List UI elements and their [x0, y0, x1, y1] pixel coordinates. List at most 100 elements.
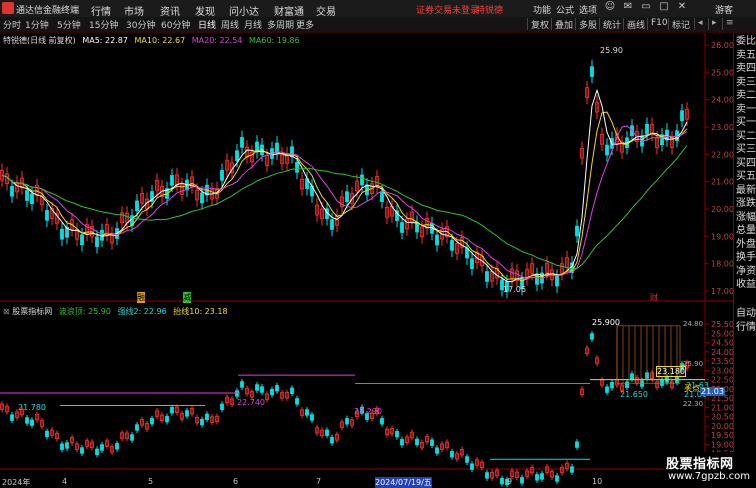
candle-body	[220, 170, 224, 181]
close-icon[interactable]: ✕	[675, 1, 689, 15]
sub-candle-body	[520, 477, 524, 484]
menu-jiaoyi[interactable]: 交易	[316, 3, 336, 18]
sub-candle-body	[260, 386, 264, 393]
margin-marker[interactable]: 融	[137, 292, 145, 303]
sub-candle-body	[255, 384, 259, 391]
guest-label[interactable]: 游客	[715, 3, 733, 16]
sub-y-tick-label: 24.00	[711, 348, 733, 357]
toolbar-left-arrow-icon[interactable]: ◂	[694, 18, 703, 30]
sub-candle-body	[330, 436, 334, 444]
candle-body	[605, 144, 609, 156]
btn-diejia[interactable]: 叠加	[551, 18, 573, 31]
candle-body	[360, 174, 364, 186]
sub-candle-body	[610, 381, 614, 389]
sub-candle-body	[130, 434, 134, 441]
sub-candle-body	[485, 472, 489, 479]
ma60-line	[1, 145, 688, 270]
mail-icon[interactable]: ✉	[621, 1, 635, 15]
sub-candle-body	[435, 447, 439, 454]
candle-body	[240, 137, 244, 148]
candle-body	[450, 239, 454, 251]
period-fenshi[interactable]: 分时	[3, 18, 21, 31]
x-label-cursor: 2024/07/19/五	[375, 477, 432, 488]
period-multi[interactable]: 多周期	[267, 18, 294, 31]
candle-body	[345, 191, 349, 202]
sub-candle-body	[605, 386, 609, 393]
menu-shichang[interactable]: 市场	[124, 3, 144, 18]
candle-body	[645, 123, 649, 135]
quote-field: 涨幅	[736, 211, 756, 223]
lift-value: 23.180	[656, 366, 686, 377]
sub-candle-body	[430, 439, 434, 446]
btn-fuquan[interactable]: 复权	[527, 18, 549, 31]
menu-faxian[interactable]: 发现	[195, 3, 215, 18]
menu-zixun[interactable]: 资讯	[160, 3, 180, 18]
menu-gongneng[interactable]: 功能	[533, 3, 551, 16]
btn-tongji[interactable]: 统计	[599, 18, 621, 31]
wave-value-2: 21.780	[18, 403, 46, 412]
x-label-2: 5	[148, 477, 154, 486]
y-tick-label: 24.00	[711, 96, 733, 105]
app-logo-icon	[2, 2, 14, 14]
sub-y-tick-label: 23.00	[711, 366, 733, 375]
menu-gongshi[interactable]: 公式	[556, 3, 574, 16]
period-more[interactable]: 更多	[296, 18, 314, 31]
btn-biaoji[interactable]: 标记	[668, 18, 690, 31]
btn-f10[interactable]: F10	[647, 18, 668, 30]
quote-field: 卖四	[736, 63, 756, 74]
sub-candle-body	[535, 474, 539, 481]
menu-xuanxiang[interactable]: 选项	[579, 3, 597, 16]
period-1min[interactable]: 1分钟	[25, 18, 49, 31]
period-day[interactable]: 日线	[198, 18, 216, 31]
btn-duogu[interactable]: 多股	[575, 18, 597, 31]
period-month[interactable]: 月线	[244, 18, 262, 31]
quote-side-panel[interactable]: 委比 卖五 卖四 卖三 卖二 卖一 买一 买二 买三 买四 买五 最新 涨跌 涨…	[733, 33, 756, 487]
auto-label: 自动	[736, 308, 756, 319]
candle-body	[435, 234, 439, 246]
reduce-marker[interactable]: 减	[183, 292, 191, 303]
price-chart[interactable]: 26.00 25.00 24.00 23.00 22.00 21.00 20.00 19.00…	[0, 33, 733, 487]
quote-field-list: 委比 卖五 卖四 卖三 卖二 卖一 买一 买二 买三 买四 买五 最新 涨跌 涨…	[736, 35, 756, 292]
candle-body	[60, 228, 64, 240]
period-15min[interactable]: 15分钟	[89, 18, 118, 31]
menu-caifutong[interactable]: 财富通	[274, 3, 304, 18]
buy-point-label: 买点	[684, 384, 700, 393]
login-warning[interactable]: 证券交易未登录	[416, 3, 479, 16]
wave-value-1: 22.740	[237, 398, 265, 407]
period-5min[interactable]: 5分钟	[57, 18, 81, 31]
quote-field: 换手	[736, 252, 756, 263]
box-top-value: 24.80	[683, 320, 704, 328]
menu-wenxiaoda[interactable]: 问小达	[229, 3, 259, 18]
box-bottom-value: 22.30	[683, 400, 704, 408]
sub-candle-body	[625, 381, 629, 388]
ma20-line	[1, 125, 688, 279]
menu-hangqing[interactable]: 行情	[91, 3, 111, 18]
period-60min[interactable]: 60分钟	[161, 18, 190, 31]
y-tick-label: 17.00	[711, 287, 733, 296]
candle-body	[170, 175, 174, 186]
sub-y-tick-label: 20.50	[711, 413, 733, 422]
sub-y-tick-label: 23.50	[711, 357, 733, 366]
toolbar-menu-icon[interactable]: ≡	[722, 18, 734, 30]
auto-quote-toggle[interactable]: 自动 行情	[736, 307, 756, 334]
period-30min[interactable]: 30分钟	[126, 18, 155, 31]
x-label-3: 6	[233, 477, 239, 486]
y-tick-label: 23.00	[711, 123, 733, 132]
toolbar-right-arrow-icon[interactable]: ▸	[708, 18, 717, 30]
sub-candle-body	[305, 409, 309, 416]
finance-marker[interactable]: 财	[650, 292, 658, 303]
sub-candle-body	[100, 444, 104, 451]
sub-candle-body	[10, 414, 14, 421]
quote-field: 收益	[736, 279, 756, 290]
candle-body	[30, 193, 34, 205]
minimize-icon[interactable]: ▭	[639, 1, 653, 15]
candle-body	[590, 66, 594, 77]
user-icon[interactable]: ☺	[603, 1, 617, 15]
window-icon[interactable]: □	[657, 1, 671, 15]
watermark-url: www.7gpzb.com	[668, 471, 750, 482]
quote-field: 卖一	[736, 103, 756, 115]
btn-huaxian[interactable]: 画线	[623, 18, 645, 31]
sub-candle-body	[575, 441, 579, 448]
period-week[interactable]: 周线	[221, 18, 239, 31]
candle-body	[25, 190, 29, 201]
